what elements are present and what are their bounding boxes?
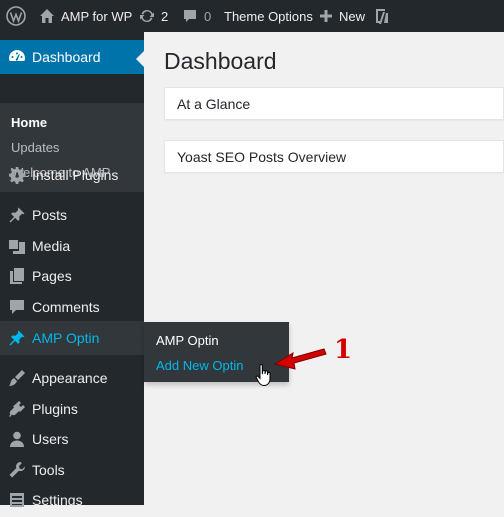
sidebar-item-users[interactable]: Users [0, 422, 144, 456]
sidebar-item-pages[interactable]: Pages [0, 259, 144, 293]
annotation-number: 1 [334, 335, 353, 365]
sidebar-item-label: Users [32, 431, 69, 447]
plugin-icon [7, 399, 27, 419]
flyout-item-amp-optin[interactable]: AMP Optin [156, 333, 219, 348]
yoast-icon [375, 7, 389, 25]
sidebar-item-amp-optin[interactable]: AMP Optin [0, 321, 144, 355]
wrench-icon [7, 460, 27, 480]
sidebar-item-appearance[interactable]: Appearance [0, 361, 144, 395]
media-icon [7, 236, 27, 256]
wordpress-logo-button[interactable] [6, 0, 26, 32]
site-name-link[interactable]: AMP for WP [39, 0, 132, 32]
widget-title: At a Glance [177, 96, 251, 112]
comments-link[interactable]: 0 [182, 0, 211, 32]
submenu-item-updates[interactable]: Updates [11, 140, 59, 155]
sidebar-item-label: Settings [32, 492, 83, 508]
active-menu-pointer [136, 51, 144, 67]
theme-options-link[interactable]: Theme Options [224, 0, 313, 32]
admin-sidebar: Dashboard Home Updates Welcome to AMP In… [0, 32, 144, 508]
sidebar-item-label: Comments [32, 299, 100, 315]
at-a-glance-widget[interactable]: At a Glance [164, 87, 504, 120]
sidebar-item-plugins[interactable]: Plugins [0, 392, 144, 426]
comment-icon [7, 297, 27, 317]
sidebar-item-posts[interactable]: Posts [0, 198, 144, 232]
flyout-item-add-new-optin[interactable]: Add New Optin [156, 358, 243, 373]
sidebar-item-settings[interactable]: Settings [0, 483, 144, 517]
comment-bubble-icon [182, 8, 198, 24]
plus-icon [319, 9, 333, 23]
admin-bar: AMP for WP 2 0 Theme Options New [0, 0, 504, 32]
sidebar-item-label: AMP Optin [32, 330, 100, 346]
theme-options-label: Theme Options [224, 8, 313, 24]
submenu-item-home[interactable]: Home [11, 115, 47, 130]
sidebar-item-label: Tools [32, 462, 65, 478]
site-name-label: AMP for WP [61, 8, 133, 24]
sidebar-item-media[interactable]: Media [0, 229, 144, 263]
yoast-menu-button[interactable] [375, 0, 389, 32]
yoast-posts-overview-widget[interactable]: Yoast SEO Posts Overview [164, 140, 504, 173]
sidebar-item-comments[interactable]: Comments [0, 290, 144, 324]
brush-icon [7, 368, 27, 388]
sidebar-item-label: Pages [32, 268, 72, 284]
refresh-icon [139, 8, 155, 24]
sidebar-item-label: Dashboard [32, 49, 101, 65]
updates-count: 2 [161, 8, 169, 24]
sidebar-item-label: Posts [32, 207, 68, 223]
home-icon [39, 8, 55, 24]
settings-icon [7, 490, 27, 510]
flyout-pointer [136, 330, 144, 346]
annotation-arrow-icon [273, 348, 327, 370]
updates-link[interactable]: 2 [139, 0, 168, 32]
sidebar-item-dashboard[interactable]: Dashboard [0, 40, 144, 74]
pin-icon [7, 328, 27, 348]
sidebar-item-label: Appearance [32, 370, 108, 386]
dashboard-gauge-icon [7, 47, 27, 67]
hand-cursor-icon [255, 364, 271, 387]
new-label: New [339, 8, 366, 24]
sidebar-item-label: Plugins [32, 401, 78, 417]
page-title: Dashboard [164, 48, 277, 74]
wordpress-logo-icon [6, 6, 26, 26]
pages-icon [7, 266, 27, 286]
comments-count: 0 [204, 8, 212, 24]
sidebar-item-label: Install Plugins [32, 167, 119, 183]
pin-icon [7, 205, 27, 225]
sidebar-item-label: Media [32, 238, 71, 254]
new-content-link[interactable]: New [319, 0, 365, 32]
gear-icon [7, 165, 27, 185]
widget-title: Yoast SEO Posts Overview [177, 149, 347, 165]
sidebar-item-tools[interactable]: Tools [0, 453, 144, 487]
sidebar-item-install-plugins[interactable]: Install Plugins [0, 158, 144, 192]
user-icon [7, 429, 27, 449]
